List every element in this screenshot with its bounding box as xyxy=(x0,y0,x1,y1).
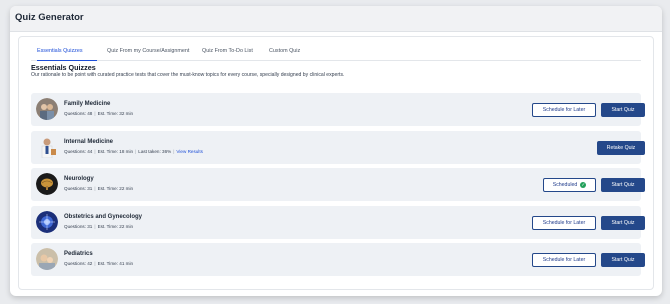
quiz-meta: Questions: 31 | Est. Time: 22 min xyxy=(64,186,134,191)
retake-quiz-button[interactable]: Retake Quiz xyxy=(597,140,645,155)
start-quiz-button[interactable]: Start Quiz xyxy=(601,178,645,192)
quiz-title: Family Medicine xyxy=(64,101,111,107)
estimated-time: Est. Time: 32 min xyxy=(97,111,134,116)
quiz-title: Obstetrics and Gynecology xyxy=(64,213,143,220)
pediatrics-avatar xyxy=(36,248,58,270)
quiz-meta: Questions: 42 | Est. Time: 41 min xyxy=(64,261,134,266)
quiz-meta: Questions: 31 | Est. Time: 22 min xyxy=(64,223,134,229)
family-medicine-avatar xyxy=(36,98,58,120)
question-count: Questions: 44 xyxy=(64,148,93,154)
neurology-avatar xyxy=(36,173,58,195)
tab-essentials-quizzes[interactable]: Essentials Quizzes xyxy=(37,46,97,61)
tab-quiz-from-todo[interactable]: Quiz From To-Do List xyxy=(202,46,259,61)
quiz-meta: Questions: 48 | Est. Time: 32 min xyxy=(64,111,134,116)
quiz-title: Internal Medicine xyxy=(64,138,114,145)
quiz-list: Family Medicine Questions: 48 | Est. Time:… xyxy=(31,93,645,281)
tab-bar: Essentials Quizzes Quiz From my Course/A… xyxy=(31,46,641,61)
estimated-time: Est. Time: 22 min xyxy=(97,223,134,229)
scheduled-status-button[interactable]: Scheduled ✓ xyxy=(543,178,596,192)
schedule-for-later-button[interactable]: Schedule for Later xyxy=(532,103,596,117)
section-description: Our rationale to be point with curated p… xyxy=(31,72,345,78)
question-count: Questions: 48 xyxy=(64,111,93,116)
quiz-row-internal-medicine: Internal Medicine Questions: 44 | Est. Tim… xyxy=(31,130,645,164)
start-quiz-button[interactable]: Start Quiz xyxy=(601,103,645,117)
question-count: Questions: 42 xyxy=(64,261,93,266)
quiz-title: Neurology xyxy=(64,176,94,182)
quiz-row-family-medicine: Family Medicine Questions: 48 | Est. Time:… xyxy=(31,93,645,126)
last-taken-score: Last taken: 36% xyxy=(138,148,172,154)
start-quiz-button[interactable]: Start Quiz xyxy=(601,215,645,230)
obstetrics-gynecology-avatar xyxy=(36,210,58,233)
schedule-for-later-button[interactable]: Schedule for Later xyxy=(532,215,596,230)
start-quiz-button[interactable]: Start Quiz xyxy=(601,253,645,267)
quiz-row-neurology: Neurology Questions: 31 | Est. Time: 22 mi… xyxy=(31,168,645,201)
question-count: Questions: 31 xyxy=(64,186,93,191)
question-count: Questions: 31 xyxy=(64,223,93,229)
header: Quiz Generator xyxy=(10,6,662,32)
quiz-generator-window: Quiz Generator Essentials Quizzes Quiz F… xyxy=(10,6,662,296)
schedule-for-later-button[interactable]: Schedule for Later xyxy=(532,253,596,267)
quiz-row-obstetrics-gynecology: Obstetrics and Gynecology Questions: 31 |… xyxy=(31,205,645,239)
quiz-row-pediatrics: Pediatrics Questions: 42 | Est. Time: 41 m… xyxy=(31,243,645,276)
estimated-time: Est. Time: 18 min xyxy=(97,148,134,154)
page-title: Quiz Generator xyxy=(15,12,84,23)
quiz-meta: Questions: 44 | Est. Time: 18 min | Last tak… xyxy=(64,148,203,154)
scheduled-label: Scheduled xyxy=(552,182,578,188)
estimated-time: Est. Time: 41 min xyxy=(97,261,134,266)
check-circle-icon: ✓ xyxy=(580,182,587,188)
quiz-title: Pediatrics xyxy=(64,251,93,257)
tab-quiz-from-course[interactable]: Quiz From my Course/Assignment xyxy=(107,46,195,61)
quiz-card: Essentials Quizzes Quiz From my Course/A… xyxy=(18,36,654,290)
view-results-link[interactable]: View Results xyxy=(176,149,202,154)
section-title: Essentials Quizzes xyxy=(31,63,96,72)
tab-custom-quiz[interactable]: Custom Quiz xyxy=(269,46,309,61)
internal-medicine-avatar xyxy=(36,135,58,158)
estimated-time: Est. Time: 22 min xyxy=(97,186,134,191)
